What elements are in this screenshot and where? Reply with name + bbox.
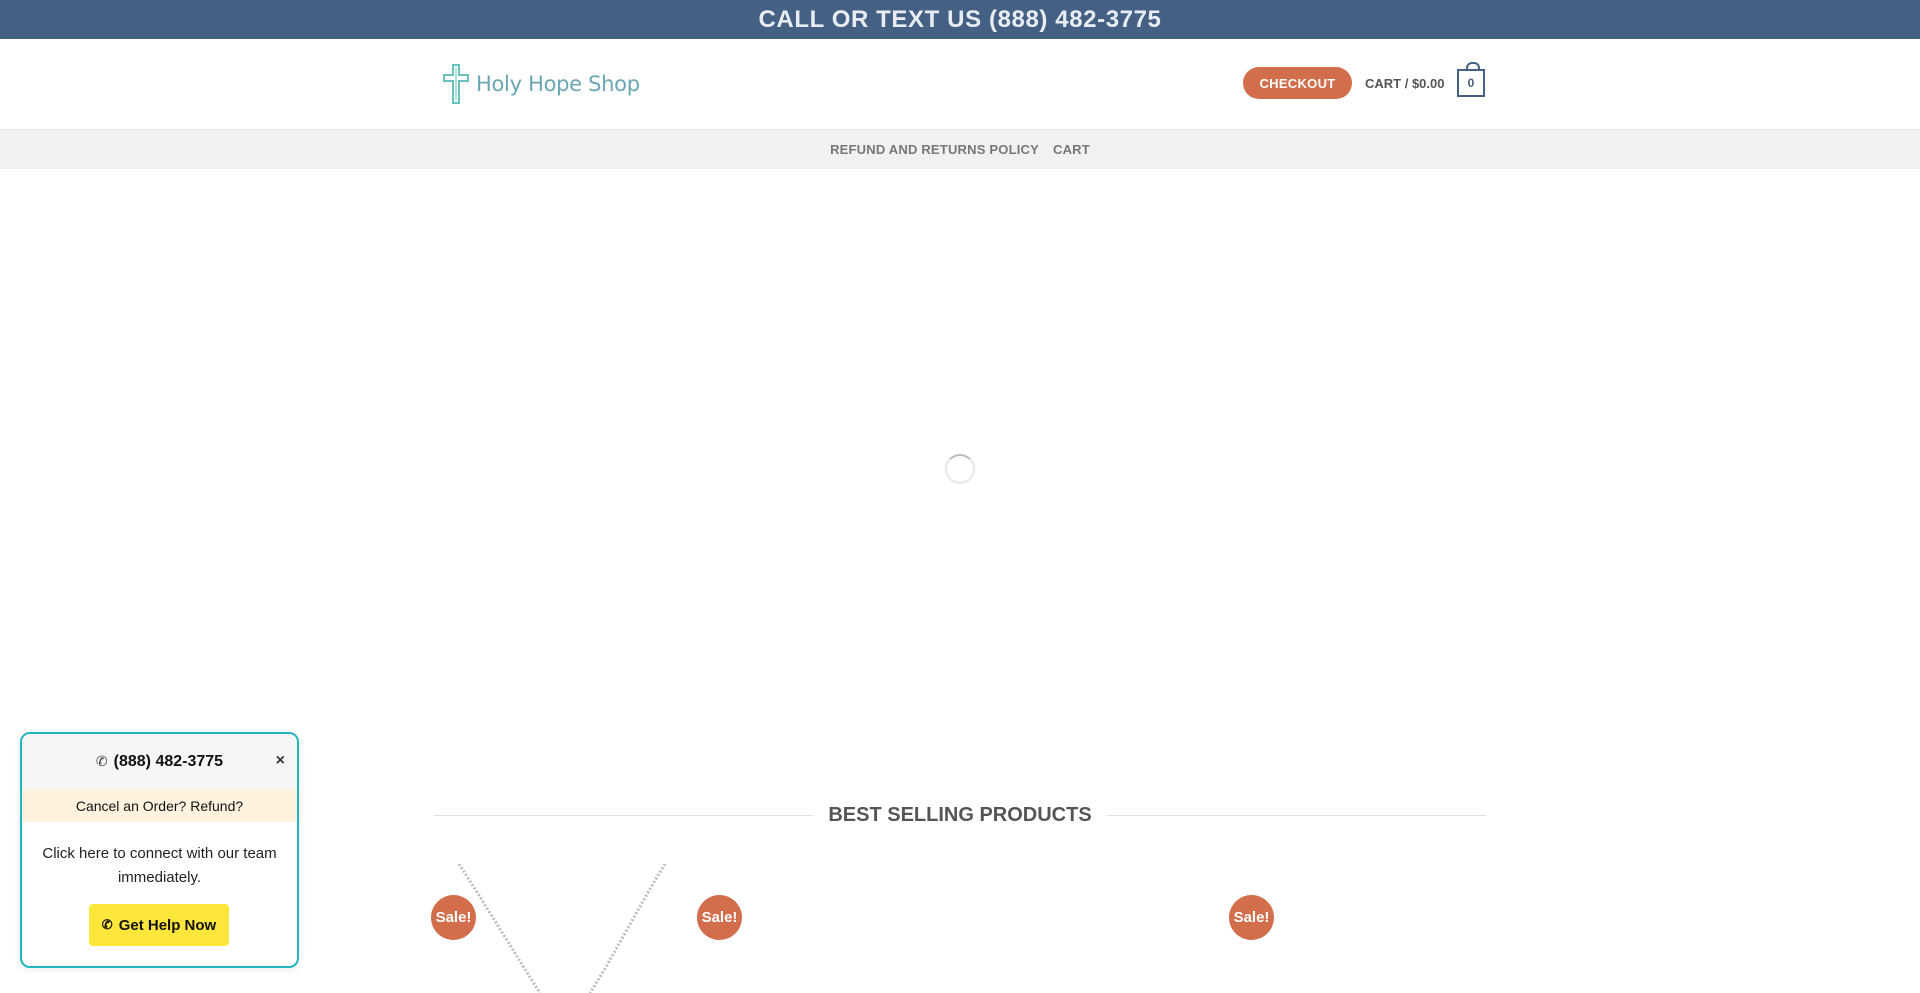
sale-badge: Sale! [431, 895, 476, 940]
cart-link[interactable]: CART / $0.00 [1365, 67, 1444, 99]
site-logo[interactable]: Holy Hope Shop [442, 63, 640, 105]
divider-right [1106, 814, 1487, 816]
header-container: Holy Hope Shop CHECKOUT CART / $0.00 0 [434, 39, 1486, 129]
product-image-necklace[interactable] [455, 864, 670, 993]
announcement-text[interactable]: CALL OR TEXT US (888) 482-3775 [758, 6, 1161, 34]
section-title: BEST SELLING PRODUCTS [828, 803, 1092, 826]
checkout-button[interactable]: CHECKOUT [1243, 67, 1352, 99]
cross-logo-icon [443, 64, 469, 104]
help-phone-number[interactable]: (888) 482-3775 [114, 753, 223, 771]
get-help-now-button[interactable]: ✆ Get Help Now [89, 904, 229, 946]
necklace-chain-image [457, 864, 667, 993]
help-body-text: Click here to connect with our team imme… [42, 845, 277, 886]
sale-badge: Sale! [1229, 895, 1274, 940]
nav-item-refund-policy[interactable]: REFUND AND RETURNS POLICY [830, 142, 1039, 157]
get-help-now-label: Get Help Now [118, 916, 217, 934]
divider-left [434, 814, 814, 816]
loading-spinner-icon [945, 454, 975, 484]
help-widget: ✆ (888) 482-3775 × Cancel an Order? Refu… [20, 732, 299, 968]
best-selling-header: BEST SELLING PRODUCTS [434, 800, 1487, 830]
nav-item-cart[interactable]: CART [1053, 142, 1090, 157]
help-widget-header: ✆ (888) 482-3775 × [22, 734, 297, 789]
logo-text: Holy Hope Shop [476, 72, 640, 96]
help-subtitle: Cancel an Order? Refund? [22, 789, 297, 822]
sale-badge: Sale! [697, 895, 742, 940]
phone-icon: ✆ [101, 917, 113, 932]
top-announcement-bar: CALL OR TEXT US (888) 482-3775 [0, 0, 1920, 39]
cart-count-bag-icon[interactable]: 0 [1457, 62, 1485, 97]
site-header: Holy Hope Shop CHECKOUT CART / $0.00 0 [0, 39, 1920, 129]
phone-icon: ✆ [95, 753, 108, 769]
close-button[interactable]: × [276, 752, 285, 770]
main-nav: REFUND AND RETURNS POLICY CART [0, 129, 1920, 169]
